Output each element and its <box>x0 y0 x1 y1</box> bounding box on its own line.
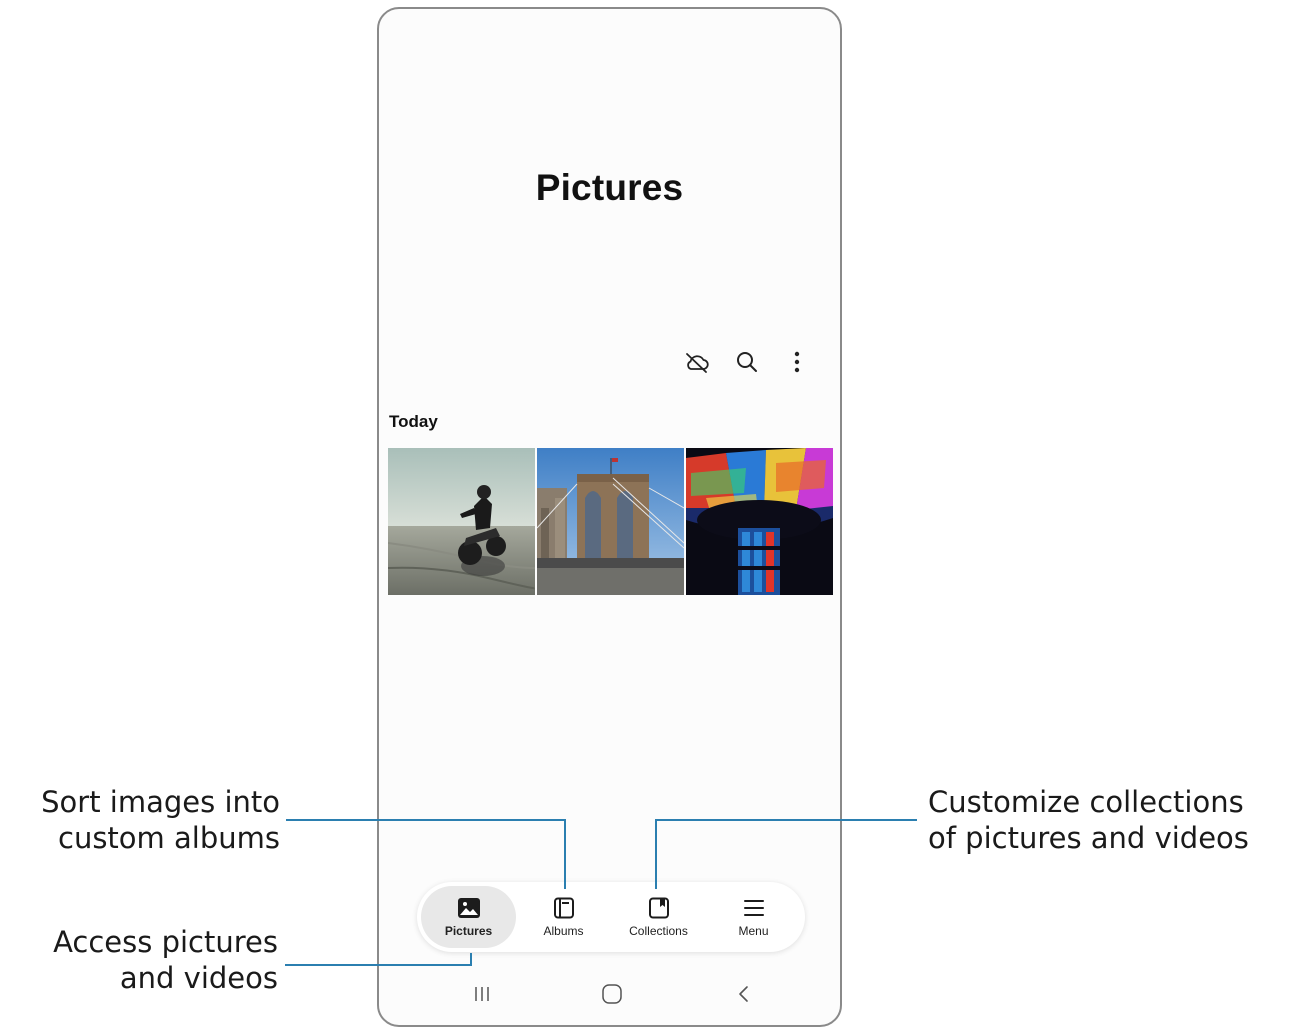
callout-collections: Customize collections of pictures and vi… <box>928 784 1303 856</box>
thumbnail-motorcycle[interactable] <box>388 448 535 595</box>
callout-collections-line1: Customize collections <box>928 785 1244 819</box>
phone-screen: Pictures Today Pictures Albums Collectio… <box>377 7 842 1027</box>
callout-pictures-line1: Access pictures <box>53 925 278 959</box>
home-icon[interactable] <box>597 979 627 1009</box>
nav-label-menu: Menu <box>738 923 769 938</box>
callout-collections-line2: of pictures and videos <box>928 821 1249 855</box>
callout-pictures: Access pictures and videos <box>10 924 278 996</box>
nav-albums[interactable]: Albums <box>516 886 611 948</box>
page-title: Pictures <box>535 167 684 208</box>
callout-line-pictures-h <box>285 964 472 966</box>
callout-line-pictures-v <box>470 953 472 966</box>
nav-pictures[interactable]: Pictures <box>421 886 516 948</box>
callout-albums-line1: Sort images into <box>41 785 280 819</box>
back-icon[interactable] <box>729 979 759 1009</box>
callout-albums-line2: custom albums <box>58 821 280 855</box>
recent-apps-icon[interactable] <box>467 979 497 1009</box>
nav-label-albums: Albums <box>543 923 584 938</box>
callout-line-collections-v <box>655 819 657 889</box>
menu-icon <box>743 899 764 916</box>
bottom-navigation: Pictures Albums Collections Menu <box>417 882 805 952</box>
nav-collections[interactable]: Collections <box>611 886 706 948</box>
cloud-off-icon[interactable] <box>682 347 712 377</box>
callout-pictures-line2: and videos <box>119 961 278 995</box>
action-bar <box>682 347 812 377</box>
section-header-today: Today <box>389 412 438 431</box>
more-options-icon[interactable] <box>782 347 812 377</box>
thumbnail-grid <box>388 448 833 595</box>
callout-line-albums-v <box>564 819 566 889</box>
callout-line-collections-h <box>655 819 917 821</box>
thumbnail-stained-glass[interactable] <box>686 448 833 595</box>
albums-icon <box>553 897 574 918</box>
system-navigation-bar <box>379 979 840 1009</box>
collections-icon <box>648 897 669 918</box>
callout-albums: Sort images into custom albums <box>10 784 280 856</box>
callout-line-albums-h <box>286 819 566 821</box>
search-icon[interactable] <box>732 347 762 377</box>
nav-menu[interactable]: Menu <box>706 886 801 948</box>
nav-label-pictures: Pictures <box>444 923 493 938</box>
pictures-icon <box>457 897 480 918</box>
thumbnail-bridge[interactable] <box>537 448 684 595</box>
nav-label-collections: Collections <box>629 923 688 938</box>
